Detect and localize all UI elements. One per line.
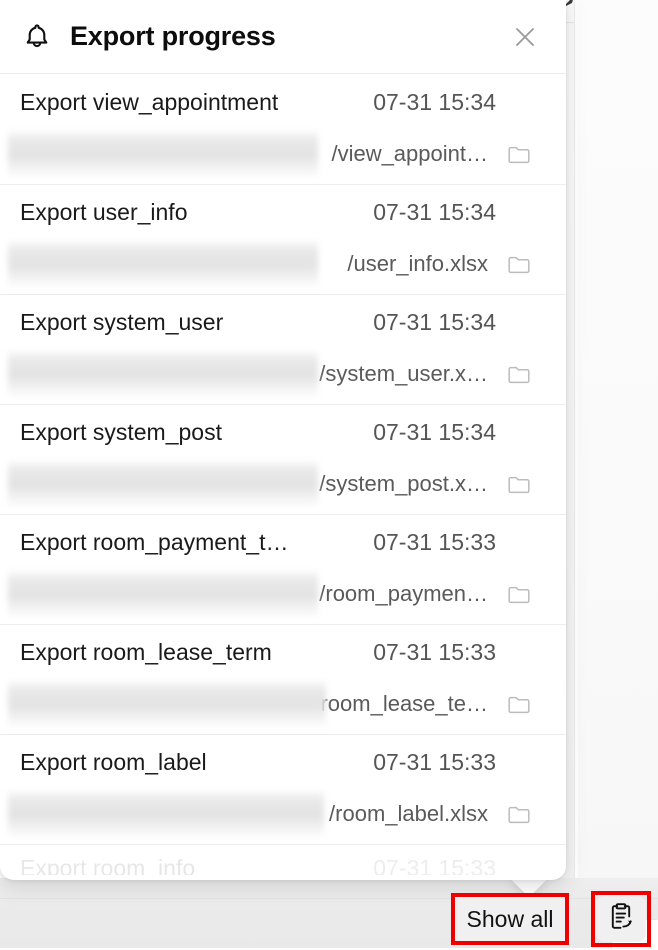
folder-icon[interactable] [504,799,534,829]
export-timestamp: 07-31 15:34 [373,419,496,445]
list-item[interactable]: Export room_payment_t… 07-31 15:33 /room… [0,515,566,625]
export-task-name: Export system_user [20,309,224,335]
export-timestamp: 07-31 15:34 [373,309,496,335]
export-row-header: Export view_appointment 07-31 15:34 [20,89,548,127]
export-file-path: /room_paymen… [319,581,488,606]
export-row-header: Export user_info 07-31 15:34 [20,199,548,237]
export-file-path: /system_post.x… [319,471,488,496]
export-file-path: /view_appoint… [331,141,488,166]
export-row-header: Export room_info 07-31 15:33 [20,855,548,875]
background-panel-divider [574,0,575,878]
close-icon[interactable] [508,20,542,54]
export-timestamp: 07-31 15:34 [373,89,496,115]
export-row-header: Export room_lease_term 07-31 15:33 [20,639,548,677]
clipboard-export-icon [606,902,636,937]
folder-icon[interactable] [504,249,534,279]
list-item[interactable]: Export user_info 07-31 15:34 /user_info.… [0,185,566,295]
export-file-path: /system_user.x… [319,361,488,386]
show-all-button[interactable]: Show all [455,897,565,941]
list-item[interactable]: Export view_appointment 07-31 15:34 /vie… [0,75,566,185]
folder-icon[interactable] [504,139,534,169]
export-progress-panel: Export progress Export view_appointment … [0,0,566,880]
list-item[interactable]: Export room_label 07-31 15:33 /room_labe… [0,735,566,845]
list-item[interactable]: Export system_post 07-31 15:34 /system_p… [0,405,566,515]
export-task-name: Export room_info [20,855,196,875]
show-all-label: Show all [466,905,554,932]
export-row-path: /room_label.xlsx [8,790,548,837]
page-title: Export progress [70,21,276,51]
export-timestamp: 07-31 15:33 [373,639,496,665]
export-row-path: /system_post.x… [8,460,548,507]
export-timestamp: 07-31 15:33 [373,749,496,775]
export-row-header: Export room_payment_t… 07-31 15:33 [20,529,548,567]
export-row-path: /room_paymen… [8,570,548,617]
export-timestamp: 07-31 15:33 [373,855,496,875]
panel-header: Export progress [0,0,566,74]
export-task-name: Export room_lease_term [20,639,272,665]
list-item[interactable]: Export system_user 07-31 15:34 /system_u… [0,295,566,405]
export-row-header: Export room_label 07-31 15:33 [20,749,548,787]
export-row-path: /user_info.xlsx [8,240,548,287]
export-row-path: /room_lease_te… [8,680,548,727]
folder-icon[interactable] [504,359,534,389]
export-task-name: Export view_appointment [20,89,279,115]
export-timestamp: 07-31 15:33 [373,529,496,555]
folder-icon[interactable] [504,689,534,719]
export-progress-toolbar-button[interactable] [596,896,646,942]
export-file-path: /room_lease_te… [314,691,488,716]
background-right-panel [578,0,658,878]
export-task-name: Export room_payment_t… [20,529,289,555]
bell-icon [22,22,52,52]
export-task-list[interactable]: Export view_appointment 07-31 15:34 /vie… [0,75,566,880]
folder-icon[interactable] [504,469,534,499]
export-row-path: /view_appoint… [8,130,548,177]
export-task-name: Export system_post [20,419,222,445]
list-item[interactable]: Export room_info 07-31 15:33 [0,845,566,875]
export-task-name: Export room_label [20,749,207,775]
export-row-header: Export system_user 07-31 15:34 [20,309,548,347]
export-timestamp: 07-31 15:34 [373,199,496,225]
export-row-header: Export system_post 07-31 15:34 [20,419,548,457]
export-task-name: Export user_info [20,199,188,225]
export-row-path: /system_user.x… [8,350,548,397]
export-file-path: /room_label.xlsx [329,801,488,826]
list-item[interactable]: Export room_lease_term 07-31 15:33 /room… [0,625,566,735]
folder-icon[interactable] [504,579,534,609]
export-file-path: /user_info.xlsx [347,251,488,276]
